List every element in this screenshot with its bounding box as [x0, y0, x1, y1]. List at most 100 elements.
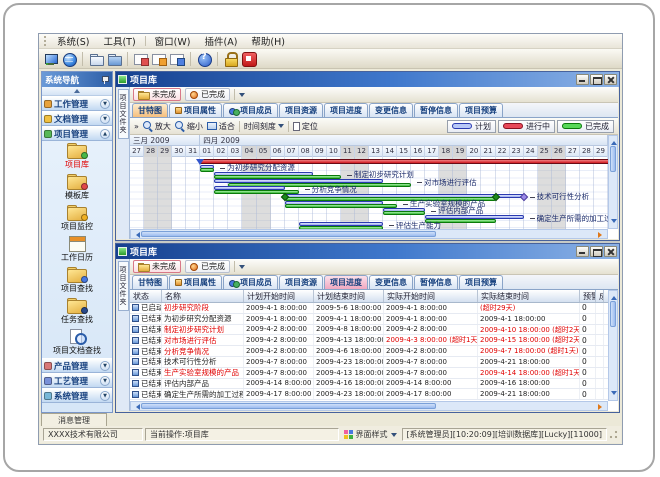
fit-button[interactable]: 适合 — [207, 121, 235, 132]
tab-resources[interactable]: 项目资源 — [279, 275, 323, 289]
sidebar-item-work-calendar[interactable]: 工作日历 — [42, 234, 112, 265]
maximize-button[interactable] — [590, 74, 603, 85]
tab-pause[interactable]: 暂停信息 — [414, 275, 458, 289]
chevron-down-icon[interactable]: ▼ — [100, 391, 110, 401]
menu-item-2[interactable]: 窗口(W) — [148, 33, 198, 49]
sidebar-item-project-library[interactable]: 项目库 — [42, 141, 112, 172]
column-header-2[interactable]: 计划开始时间 — [244, 290, 314, 302]
scroll-up-icon[interactable] — [611, 293, 617, 300]
sidebar-group-system[interactable]: 系统管理▼ — [42, 388, 112, 403]
window-titlebar[interactable]: 项目库 — [116, 72, 619, 87]
table-row[interactable]: 已结束分析竞争情况2009-4-2 8:00:002009-4-6 18:00:… — [130, 346, 608, 357]
scroll-down-icon[interactable] — [611, 219, 617, 226]
table-row[interactable]: 已结束评估内部产品2009-4-14 8:00:002009-4-16 18:0… — [130, 379, 608, 390]
column-header-3[interactable]: 计划结束时间 — [314, 290, 384, 302]
gantt-bar-actual[interactable] — [285, 204, 397, 208]
scroll-right-icon[interactable] — [598, 404, 605, 410]
tab-budget[interactable]: 项目预算 — [459, 275, 503, 289]
tab-budget[interactable]: 项目预算 — [459, 103, 503, 117]
help-icon[interactable] — [196, 51, 212, 67]
column-header-4[interactable]: 实际开始时间 — [384, 290, 478, 302]
tab-changes[interactable]: 变更信息 — [369, 275, 413, 289]
chevron-down-icon[interactable]: ▼ — [100, 376, 110, 386]
column-header-5[interactable]: 实际结束时间 — [478, 290, 580, 302]
window-titlebar[interactable]: 项目库 — [116, 244, 619, 259]
tab-pause[interactable]: 暂停信息 — [414, 103, 458, 117]
mail-report-icon[interactable] — [151, 51, 167, 67]
mail-user-icon[interactable] — [169, 51, 185, 67]
scrollbar-thumb[interactable] — [610, 301, 616, 327]
sidebar-item-project-doc-search[interactable]: 项目文档查找 — [42, 327, 112, 358]
chevron-down-icon[interactable]: ▼ — [100, 99, 110, 109]
tab-gantt[interactable]: 甘特图 — [132, 275, 168, 289]
chevron-down-icon[interactable]: ▼ — [100, 114, 110, 124]
tab-gantt[interactable]: 甘特图 — [132, 103, 168, 117]
minimize-button[interactable] — [576, 74, 589, 85]
finished-filter-button[interactable]: 已完成 — [185, 260, 230, 273]
unfinished-filter-button[interactable]: 未完成 — [133, 260, 181, 273]
scroll-right-icon[interactable] — [598, 232, 605, 238]
sidebar-group-product[interactable]: 产品管理▼ — [42, 358, 112, 373]
menu-item-3[interactable]: 插件(A) — [197, 33, 244, 49]
menu-item-4[interactable]: 帮助(H) — [244, 33, 292, 49]
zoom-out-button[interactable]: 缩小 — [175, 121, 203, 132]
close-button[interactable] — [604, 246, 617, 257]
unfinished-filter-button[interactable]: 未完成 — [133, 88, 181, 101]
scroll-left-icon[interactable] — [133, 404, 140, 410]
tab-progress[interactable]: 项目进度 — [324, 103, 368, 117]
chevron-up-icon[interactable]: ▲ — [100, 129, 110, 139]
gantt-bar-actual[interactable] — [200, 168, 214, 172]
gantt-horizontal-scrollbar[interactable] — [130, 229, 608, 239]
sidebar-group-work[interactable]: 工作管理▼ — [42, 96, 112, 111]
message-management-tab[interactable]: 消息管理 — [41, 413, 107, 426]
column-header-7[interactable]: 成 — [596, 290, 604, 302]
close-button[interactable] — [604, 74, 617, 85]
resize-grip[interactable] — [609, 430, 618, 439]
table-row[interactable]: 已结束技术可行性分析2009-4-7 8:00:002009-4-23 18:0… — [130, 357, 608, 368]
sidebar-item-project-search[interactable]: 项目查找 — [42, 265, 112, 296]
minimize-button[interactable] — [576, 246, 589, 257]
sidebar-collapse-button[interactable] — [42, 87, 112, 96]
maximize-button[interactable] — [590, 246, 603, 257]
column-header-1[interactable]: 名称 — [162, 290, 244, 302]
chevron-down-icon[interactable]: ▼ — [100, 361, 110, 371]
computer-icon[interactable] — [43, 51, 59, 67]
table-row[interactable]: 已启动初步研究阶段2009-4-1 8:00:002009-5-6 18:00:… — [130, 303, 608, 314]
column-header-0[interactable]: 状态 — [130, 290, 162, 302]
scroll-left-icon[interactable] — [133, 232, 140, 238]
folder-icon[interactable] — [88, 51, 104, 67]
table-row[interactable]: 已结束生产实验室规模的产品2009-4-7 8:00:002009-4-13 1… — [130, 368, 608, 379]
menu-item-0[interactable]: 系统(S) — [50, 33, 96, 49]
gantt-bar-actual[interactable] — [383, 211, 425, 215]
lock-icon[interactable] — [223, 51, 239, 67]
folder-open-icon[interactable] — [106, 51, 122, 67]
mail-icon[interactable] — [133, 51, 149, 67]
finished-filter-button[interactable]: 已完成 — [185, 88, 230, 101]
timescale-button[interactable]: 时间刻度 — [244, 121, 284, 132]
tab-changes[interactable]: 变更信息 — [369, 103, 413, 117]
column-header-6[interactable]: 预警 — [580, 290, 596, 302]
scroll-up-icon[interactable] — [611, 138, 617, 145]
sidebar-group-document[interactable]: 文档管理▼ — [42, 111, 112, 126]
locate-button[interactable]: 定位 — [293, 121, 318, 132]
overflow-dropdown-icon[interactable] — [239, 93, 245, 100]
tab-properties[interactable]: 项目属性 — [169, 103, 222, 117]
project-folder-tab[interactable]: 项目文件夹 — [118, 89, 129, 139]
scrollbar-thumb[interactable] — [610, 146, 616, 172]
project-folder-tab[interactable]: 项目文件夹 — [118, 261, 129, 311]
sidebar-item-task-search[interactable]: 任务查找 — [42, 296, 112, 327]
zoom-in-button[interactable]: 放大 — [143, 121, 171, 132]
gantt-vertical-scrollbar[interactable] — [608, 135, 618, 229]
tab-properties[interactable]: 项目属性 — [169, 275, 222, 289]
table-row[interactable]: 已结束确定生产所需的加工过程2009-4-17 8:00:002009-4-23… — [130, 389, 608, 400]
overflow-dropdown-icon[interactable] — [239, 265, 245, 272]
more-buttons[interactable]: » — [134, 122, 139, 131]
tab-progress[interactable]: 项目进度 — [324, 275, 368, 289]
menu-item-1[interactable]: 工具(T) — [96, 33, 142, 49]
table-vertical-scrollbar[interactable] — [608, 290, 618, 401]
tab-resources[interactable]: 项目资源 — [279, 103, 323, 117]
sidebar-item-project-monitor[interactable]: 项目监控 — [42, 203, 112, 234]
table-row[interactable]: 已结束制定初步研究计划2009-4-2 8:00:002009-4-8 18:0… — [130, 325, 608, 336]
table-horizontal-scrollbar[interactable] — [130, 401, 608, 411]
tab-members[interactable]: 项目成员 — [223, 103, 278, 117]
